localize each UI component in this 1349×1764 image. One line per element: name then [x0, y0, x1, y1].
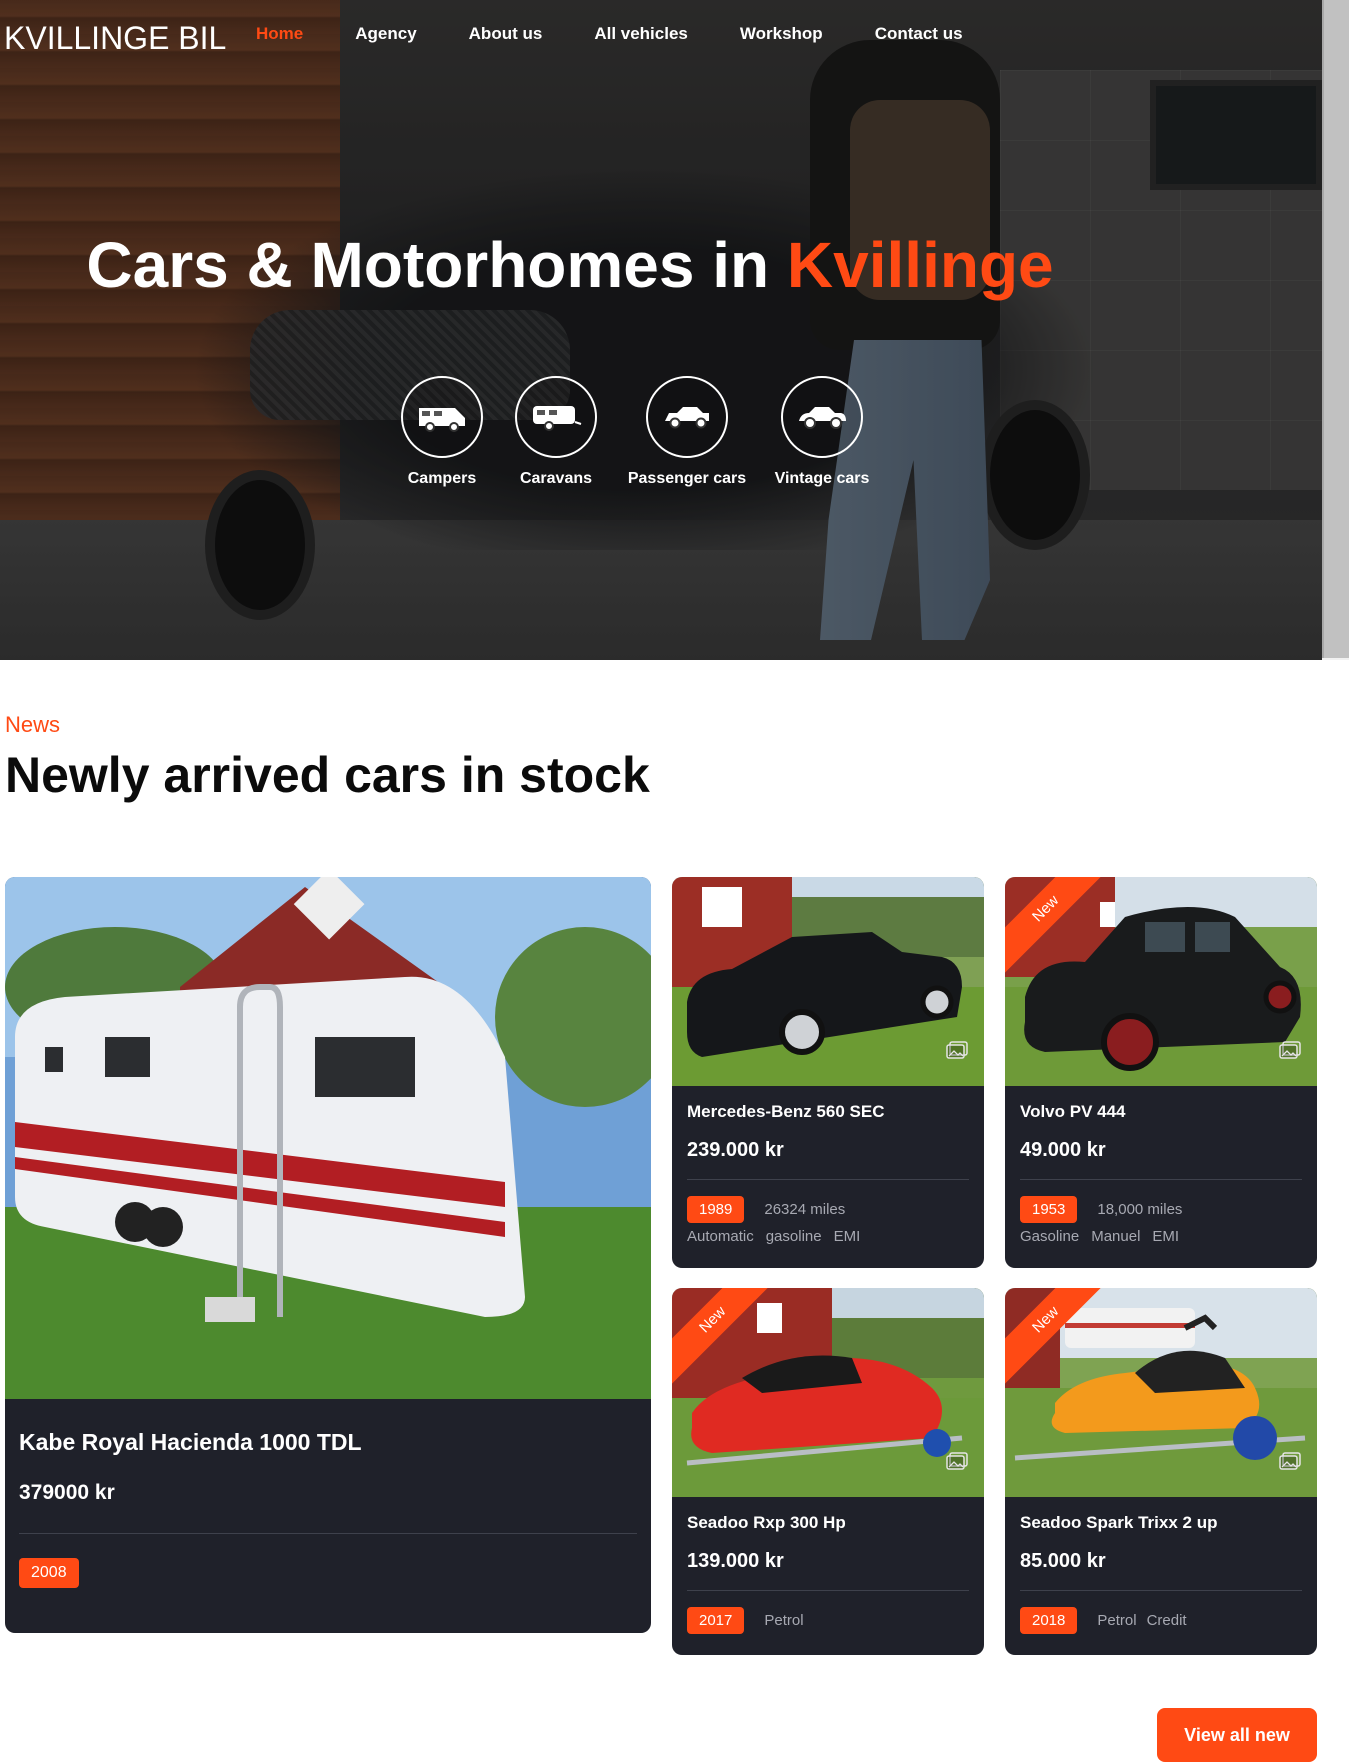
year-badge: 2017	[687, 1607, 745, 1634]
hero-overlay	[0, 0, 1322, 660]
vehicle-spec: Credit	[1146, 1612, 1187, 1629]
hero-title-accent: Kvillinge	[786, 229, 1054, 301]
section-kicker: News	[5, 712, 61, 737]
vintage-car-icon[interactable]	[781, 376, 863, 458]
vehicle-price: 85.000 kr	[1020, 1550, 1106, 1572]
vehicle-name: Seadoo Rxp 300 Hp	[687, 1513, 846, 1532]
vehicle-spec: Manuel	[1091, 1228, 1141, 1245]
gallery-icon[interactable]	[1279, 1452, 1301, 1470]
vehicle-spec: Gasoline	[1020, 1228, 1080, 1245]
year-badge: 2008	[19, 1558, 79, 1588]
nav-item-all-vehicles[interactable]: All vehicles	[594, 24, 688, 44]
vehicle-spec: gasoline	[765, 1228, 822, 1245]
vehicle-name: Mercedes-Benz 560 SEC	[687, 1102, 885, 1121]
year-badge: 1989	[687, 1196, 745, 1223]
vehicle-card[interactable]: Mercedes-Benz 560 SEC 239.000 kr 1989 26…	[672, 877, 984, 1268]
nav-item-contact-us[interactable]: Contact us	[875, 24, 963, 44]
view-all-new-button[interactable]: View all new	[1157, 1708, 1317, 1762]
category-links: Campers Caravans Passenger cars Vintage …	[0, 376, 1322, 496]
scrollbar-thumb[interactable]	[1322, 0, 1349, 658]
vehicle-price: 139.000 kr	[687, 1550, 784, 1572]
category-label: Vintage cars	[774, 470, 870, 487]
gallery-icon[interactable]	[946, 1452, 968, 1470]
vehicle-spec: Petrol	[764, 1612, 804, 1629]
vehicle-image	[672, 877, 984, 1086]
category-passenger-cars[interactable]: Passenger cars	[612, 376, 762, 488]
featured-vehicle-image	[5, 877, 651, 1399]
vehicle-spec: Petrol	[1097, 1612, 1137, 1629]
vehicle-price: 379000 kr	[19, 1481, 115, 1504]
vehicle-mileage: 26324 miles	[764, 1201, 846, 1218]
caravan-icon[interactable]	[515, 376, 597, 458]
vehicle-card[interactable]: New Volvo PV 444 49.000 kr 1953 18,000 m…	[1005, 877, 1317, 1268]
vehicle-name: Volvo PV 444	[1020, 1102, 1126, 1121]
category-label: Caravans	[519, 470, 593, 487]
gallery-icon[interactable]	[946, 1041, 968, 1059]
featured-vehicle-card[interactable]: Kabe Royal Hacienda 1000 TDL 379000 kr 2…	[5, 877, 651, 1633]
vehicle-card[interactable]: New Seadoo Rxp 300 Hp 139.000 kr 2017 Pe…	[672, 1288, 984, 1655]
vehicle-card[interactable]: New Seadoo Spark Trixx 2 up 85.000 kr 20…	[1005, 1288, 1317, 1655]
nav-item-home[interactable]: Home	[256, 24, 303, 44]
vehicle-name: Seadoo Spark Trixx 2 up	[1020, 1513, 1218, 1532]
camper-icon[interactable]	[401, 376, 483, 458]
category-vintage-cars[interactable]: Vintage cars	[747, 376, 897, 488]
vehicle-card-body: Seadoo Spark Trixx 2 up 85.000 kr 2018 P…	[1005, 1497, 1317, 1655]
category-label: Passenger cars	[627, 470, 747, 487]
card-divider	[687, 1179, 969, 1180]
year-badge: 2018	[1020, 1607, 1078, 1634]
card-divider	[19, 1533, 637, 1534]
card-divider	[1020, 1590, 1302, 1591]
vehicle-card-body: Volvo PV 444 49.000 kr 1953 18,000 miles…	[1005, 1086, 1317, 1268]
vehicle-card-body: Seadoo Rxp 300 Hp 139.000 kr 2017 Petrol	[672, 1497, 984, 1655]
featured-card-body: Kabe Royal Hacienda 1000 TDL 379000 kr 2…	[5, 1399, 651, 1633]
nav-item-workshop[interactable]: Workshop	[740, 24, 823, 44]
main-nav: KVILLINGE BIL Home Agency About us All v…	[0, 0, 1322, 76]
hero-banner	[0, 0, 1322, 660]
site-logo[interactable]: KVILLINGE BIL	[4, 20, 226, 57]
gallery-icon[interactable]	[1279, 1041, 1301, 1059]
category-caravans[interactable]: Caravans	[481, 376, 631, 488]
year-badge: 1953	[1020, 1196, 1078, 1223]
hero-title: Cars & Motorhomes in Kvillinge	[0, 228, 1140, 302]
vehicle-spec: EMI	[833, 1228, 861, 1245]
vehicle-price: 49.000 kr	[1020, 1139, 1106, 1161]
vehicle-card-body: Mercedes-Benz 560 SEC 239.000 kr 1989 26…	[672, 1086, 984, 1268]
nav-links: Home Agency About us All vehicles Worksh…	[256, 24, 1015, 44]
nav-item-agency[interactable]: Agency	[355, 24, 416, 44]
vehicle-spec: EMI	[1152, 1228, 1180, 1245]
passenger-car-icon[interactable]	[646, 376, 728, 458]
vehicle-price: 239.000 kr	[687, 1139, 784, 1161]
vehicle-mileage: 18,000 miles	[1097, 1201, 1183, 1218]
vehicle-spec: Automatic	[687, 1228, 754, 1245]
card-divider	[687, 1590, 969, 1591]
hero-title-main: Cars & Motorhomes in	[86, 229, 787, 301]
vehicle-name: Kabe Royal Hacienda 1000 TDL	[19, 1429, 362, 1455]
section-title: Newly arrived cars in stock	[5, 747, 650, 803]
nav-item-about-us[interactable]: About us	[469, 24, 543, 44]
card-divider	[1020, 1179, 1302, 1180]
